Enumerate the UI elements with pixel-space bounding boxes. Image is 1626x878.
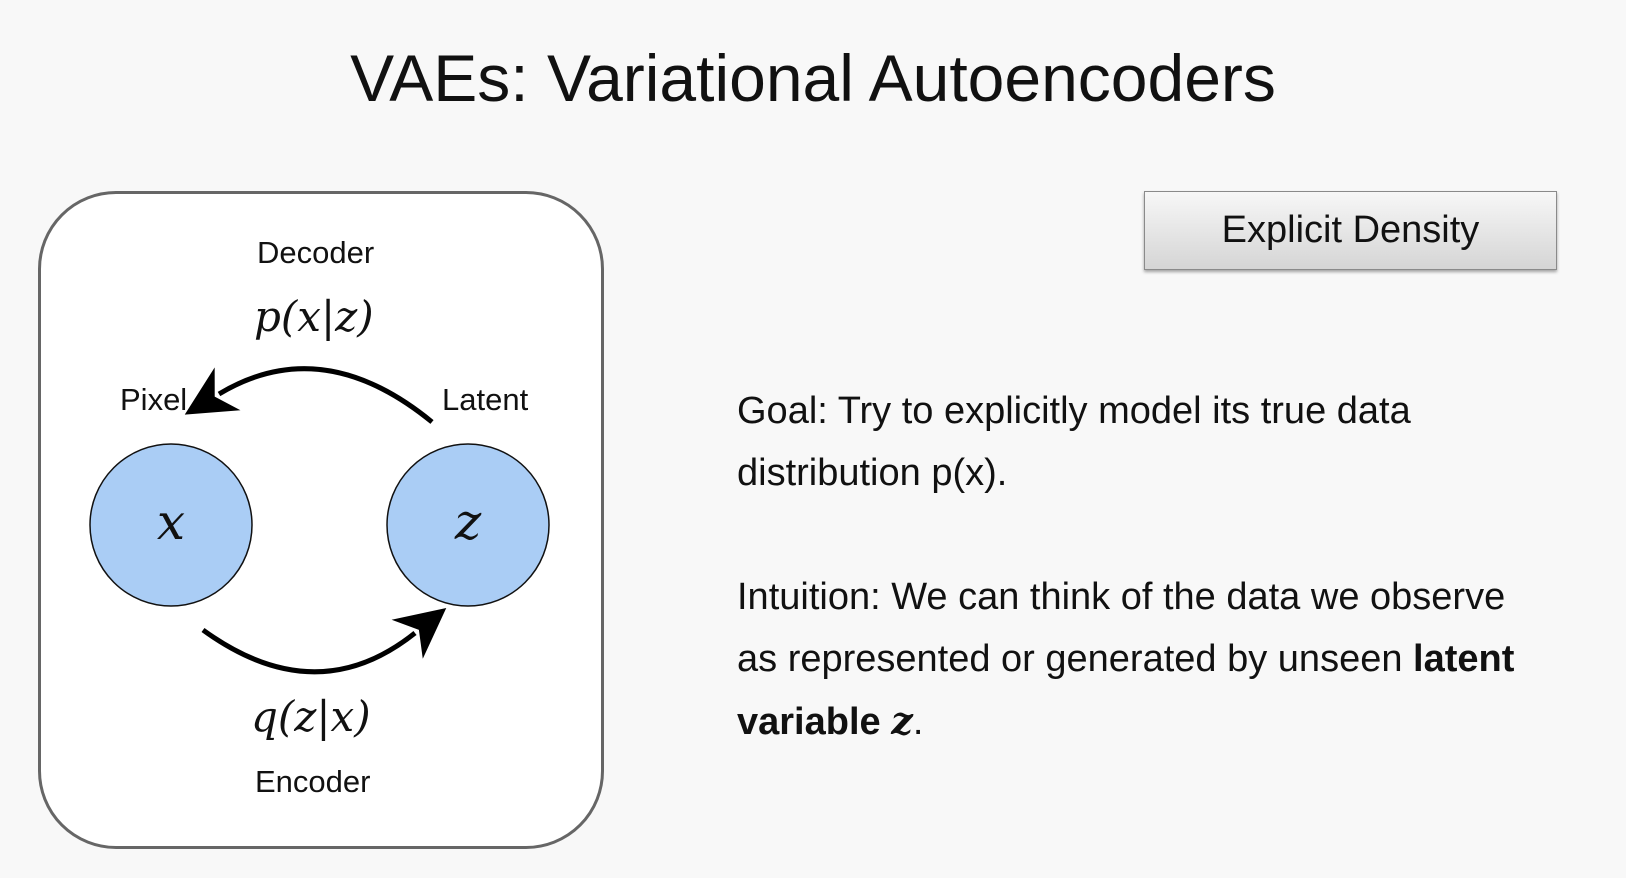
encoder-label: Encoder [255,764,371,799]
slide-title: VAEs: Variational Autoencoders [350,41,1276,115]
vae-diagram-panel: Decoder p(x|z) Pixel Latent x z q(z|x) E… [38,191,604,849]
decoder-label: Decoder [257,235,375,270]
goal-text: Goal: Try to explicitly model its true d… [737,390,1411,494]
explicit-density-badge: Explicit Density [1144,191,1557,270]
encoder-arrow [201,608,447,675]
intuition-text: Intuition: We can think of the data we o… [737,566,1517,753]
pixel-node-variable: x [156,493,186,551]
encoder-formula: q(z|x) [251,692,371,741]
latent-node-variable: z [454,493,482,551]
latent-label: Latent [442,382,529,417]
decoder-arrow [184,366,434,424]
intuition-text-prefix: Intuition: We can think of the data we o… [737,576,1506,680]
pixel-label: Pixel [120,382,188,417]
decoder-formula: p(x|z) [254,292,374,341]
intuition-latent-variable: z [891,698,913,743]
intuition-text-suffix: . [912,701,924,743]
